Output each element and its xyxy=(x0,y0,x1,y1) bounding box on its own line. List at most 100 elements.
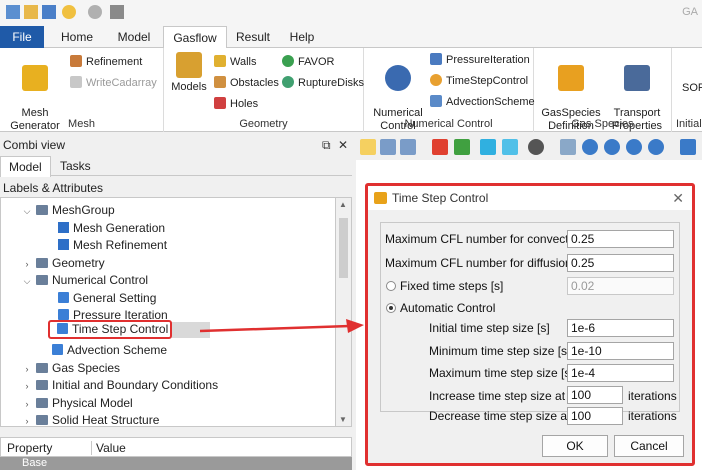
tree-scrollbar[interactable]: ▲ ▼ xyxy=(336,197,352,427)
advection-scheme-button[interactable]: AdvectionScheme xyxy=(430,94,535,110)
restore-icon[interactable]: ⧉ xyxy=(322,136,331,154)
tree-item-time-step-control[interactable]: Time Step Control xyxy=(48,320,172,339)
walls-button[interactable]: Walls xyxy=(214,54,256,70)
tab-gasflow[interactable]: Gasflow xyxy=(163,26,227,49)
tab-file[interactable]: File xyxy=(0,26,44,48)
models-button[interactable]: Models xyxy=(168,52,210,94)
property-group-base[interactable]: Base xyxy=(0,457,352,470)
folder-icon xyxy=(36,397,48,408)
tree-item-numerical-control[interactable]: ⌵ Numerical Control xyxy=(21,272,148,289)
zoom-box-icon[interactable] xyxy=(560,139,576,155)
refinement-button[interactable]: Refinement xyxy=(70,54,142,70)
automatic-control-radio[interactable] xyxy=(386,303,396,313)
model-tree: ⌵ MeshGroup Mesh Generation Mesh Refineme… xyxy=(0,197,336,427)
chevron-right-icon[interactable]: › xyxy=(21,378,33,395)
tab-result[interactable]: Result xyxy=(230,26,276,48)
chevron-right-icon[interactable]: › xyxy=(21,256,33,273)
tab-tasks-panel[interactable]: Tasks xyxy=(52,156,99,176)
obstacles-button[interactable]: Obstacles xyxy=(214,75,279,91)
tree-item-meshgroup[interactable]: ⌵ MeshGroup xyxy=(21,202,115,219)
models-icon xyxy=(176,52,202,78)
scrollbar-thumb[interactable] xyxy=(339,218,348,278)
max-cfl-diffusion-label: Maximum CFL number for diffusion xyxy=(385,256,572,270)
chevron-right-icon[interactable]: › xyxy=(21,396,33,413)
cancel-button[interactable]: Cancel xyxy=(614,435,684,457)
tree-item-solid-heat-structure[interactable]: › Solid Heat Structure xyxy=(21,412,160,430)
3d-view-icon[interactable] xyxy=(680,139,696,155)
time-step-control-button[interactable]: TimeStepControl xyxy=(430,73,528,89)
zoom-in-icon[interactable] xyxy=(582,139,598,155)
close-icon[interactable]: ✕ xyxy=(672,186,684,210)
rupture-disks-button[interactable]: RuptureDisks xyxy=(282,75,364,91)
window-icon[interactable] xyxy=(380,139,396,155)
tree-item-geometry[interactable]: › Geometry xyxy=(21,255,105,272)
time-step-control-dialog: Time Step Control ✕ Maximum CFL number f… xyxy=(368,186,692,463)
maximum-step-input[interactable] xyxy=(567,364,674,382)
pressure-iteration-button[interactable]: PressureIteration xyxy=(430,52,530,68)
zoom-fit-icon[interactable] xyxy=(648,139,664,155)
cube-icon[interactable] xyxy=(502,139,518,155)
list-icon xyxy=(58,291,69,303)
value-column-header: Value xyxy=(91,441,126,455)
axes-icon[interactable] xyxy=(432,139,448,155)
zoom-out-icon[interactable] xyxy=(626,139,642,155)
redo-icon[interactable] xyxy=(88,5,102,19)
tab-model-panel[interactable]: Model xyxy=(0,156,51,177)
holes-button[interactable]: Holes xyxy=(214,96,258,112)
clock-icon xyxy=(430,74,442,86)
minimum-step-input[interactable] xyxy=(567,342,674,360)
sor-button[interactable]: SOR xyxy=(682,82,702,95)
initial-step-input[interactable] xyxy=(567,319,674,337)
tree-item-general-setting[interactable]: General Setting xyxy=(58,290,156,307)
undo-icon[interactable] xyxy=(62,5,76,19)
tree-item-initial-boundary-conditions[interactable]: › Initial and Boundary Conditions xyxy=(21,377,219,395)
box-view-icon[interactable] xyxy=(454,139,470,155)
ribbon-group-initial: SOR Initial xyxy=(672,48,702,132)
chevron-down-icon[interactable]: ⌵ xyxy=(21,273,33,290)
walls-icon xyxy=(214,55,226,67)
no-entry-icon[interactable] xyxy=(528,139,544,155)
fixed-time-steps-input[interactable] xyxy=(567,277,674,295)
ribbon: Mesh Generator Refinement WriteCadarray … xyxy=(0,48,702,132)
dialog-title-bar[interactable]: Time Step Control ✕ xyxy=(368,186,692,210)
ok-button[interactable]: OK xyxy=(542,435,608,457)
combi-view-title: Combi view ⧉ ✕ xyxy=(0,136,352,154)
chevron-right-icon[interactable]: › xyxy=(21,361,33,378)
tab-help[interactable]: Help xyxy=(282,26,322,48)
ribbon-group-label-initial: Initial xyxy=(676,118,702,130)
transport-properties-icon xyxy=(624,65,650,91)
save-icon[interactable] xyxy=(42,5,56,19)
max-cfl-convection-label: Maximum CFL number for convection xyxy=(385,232,585,246)
split-window-icon[interactable] xyxy=(400,139,416,155)
tools-icon[interactable] xyxy=(110,5,124,19)
new-view-icon[interactable] xyxy=(360,139,376,155)
fixed-time-steps-radio[interactable] xyxy=(386,281,396,291)
favor-button[interactable]: FAVOR xyxy=(282,54,334,70)
write-cadarray-button[interactable]: WriteCadarray xyxy=(70,75,157,91)
app-title: GA xyxy=(682,6,698,18)
open-folder-icon[interactable] xyxy=(24,5,38,19)
tree-item-advection-scheme[interactable]: ›Advection Scheme xyxy=(21,342,167,359)
tab-model[interactable]: Model xyxy=(108,26,160,48)
decrease-at-input[interactable] xyxy=(567,407,623,425)
tree-item-mesh-generation[interactable]: Mesh Generation xyxy=(58,220,165,237)
tree-item-physical-model[interactable]: › Physical Model xyxy=(21,395,133,412)
zoom-in-plus-icon[interactable] xyxy=(604,139,620,155)
ribbon-group-label-gas-species: Gas Species xyxy=(571,118,634,130)
tab-home[interactable]: Home xyxy=(52,26,102,48)
tree-item-mesh-refinement[interactable]: Mesh Refinement xyxy=(58,237,167,254)
tree-item-gas-species[interactable]: › Gas Species xyxy=(21,360,121,378)
ribbon-group-geometry: Models Walls Obstacles Holes FAVOR Ruptu… xyxy=(164,48,364,132)
solid-cube-icon[interactable] xyxy=(480,139,496,155)
chevron-right-icon[interactable]: › xyxy=(21,413,33,430)
close-icon[interactable]: ✕ xyxy=(338,136,348,154)
chevron-down-icon[interactable]: ⌵ xyxy=(21,203,33,220)
max-cfl-convection-input[interactable] xyxy=(567,230,674,248)
favor-icon xyxy=(282,55,294,67)
scroll-up-icon[interactable]: ▲ xyxy=(339,200,347,209)
max-cfl-diffusion-input[interactable] xyxy=(567,254,674,272)
scroll-down-icon[interactable]: ▼ xyxy=(339,415,347,424)
new-file-icon[interactable] xyxy=(6,5,20,19)
obstacles-icon xyxy=(214,76,226,88)
increase-at-input[interactable] xyxy=(567,386,623,404)
